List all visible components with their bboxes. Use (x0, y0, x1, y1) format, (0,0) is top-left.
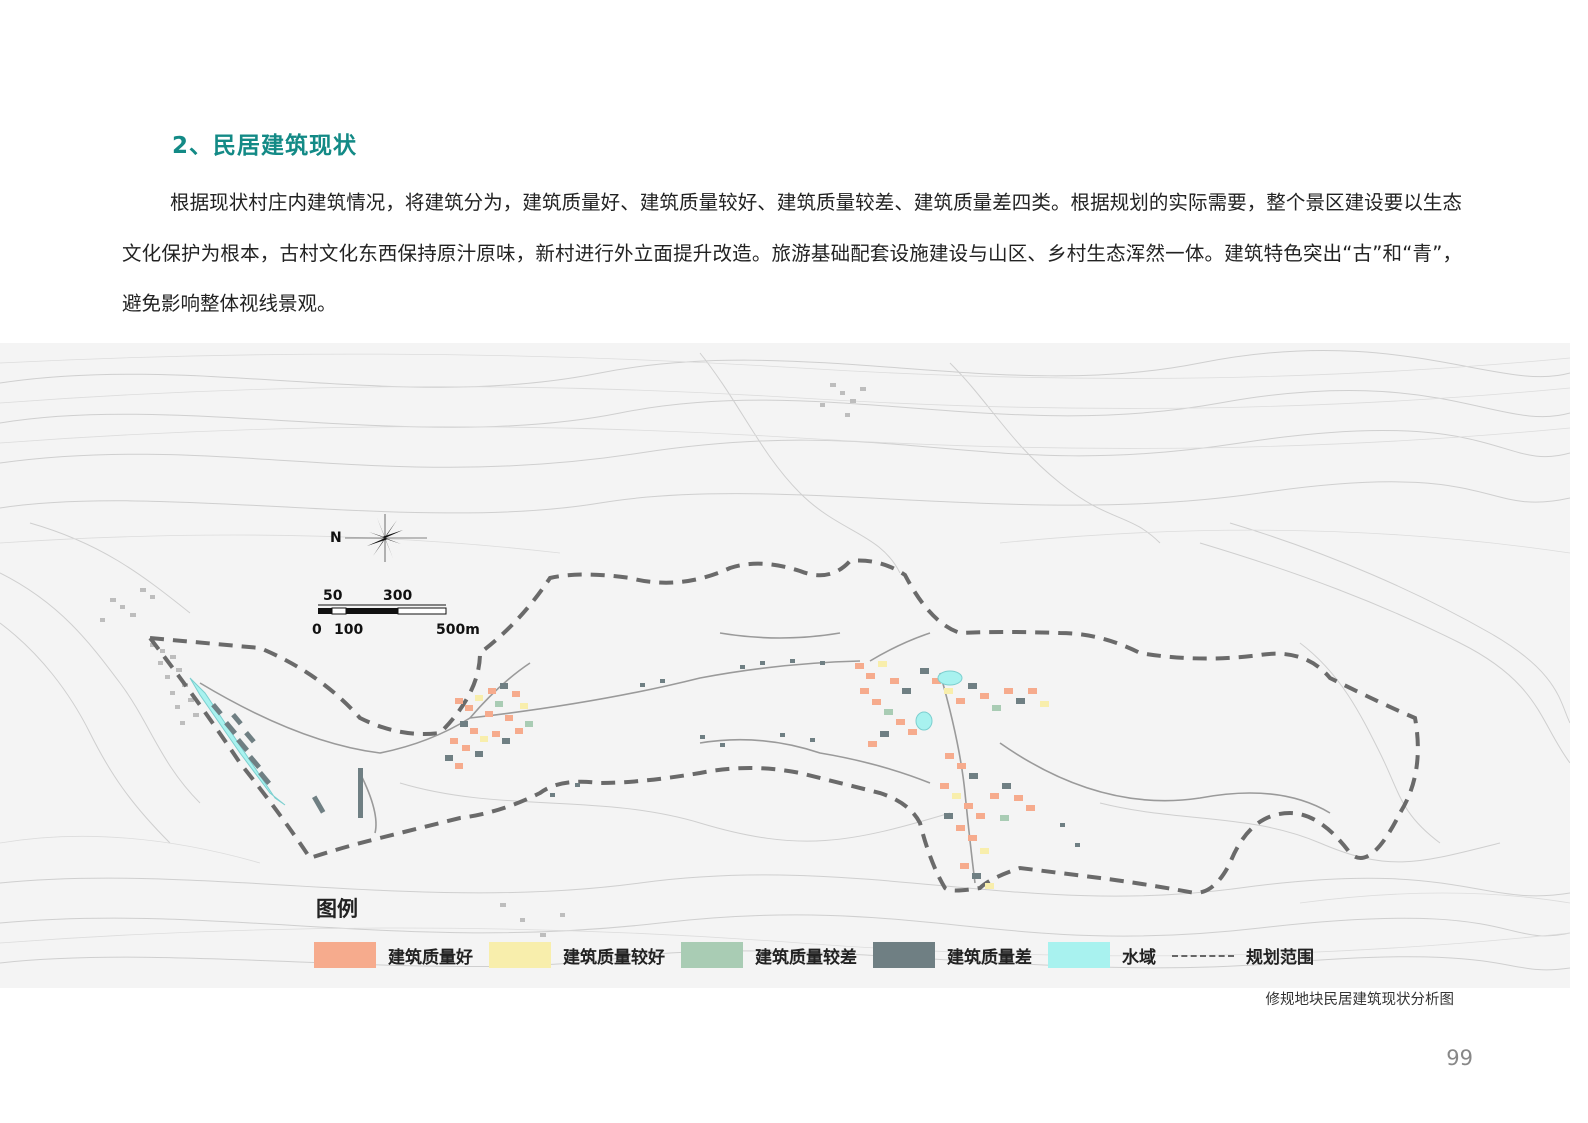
pond-2 (915, 711, 933, 731)
legend-title: 图例 (316, 897, 358, 921)
swatch-poor (873, 942, 935, 968)
roads (199, 632, 1331, 884)
contour-lines-dense (0, 353, 1570, 957)
legend-label: 建筑质量差 (947, 947, 1032, 968)
legend-item-water: 水域 (1048, 942, 1164, 968)
legend-item-good: 建筑质量好 (314, 942, 481, 968)
west-village-buildings (445, 683, 533, 769)
background-buildings (100, 383, 866, 937)
scale-label-100: 100 (334, 622, 363, 638)
swatch-boundary (1172, 954, 1234, 957)
legend-label: 规划范围 (1246, 947, 1314, 968)
legend-label: 建筑质量较好 (563, 947, 665, 968)
legend-label: 水域 (1122, 947, 1156, 968)
figure-caption: 修规地块民居建筑现状分析图 (1265, 992, 1455, 1008)
scale-label-500m: 500m (436, 622, 480, 638)
legend-item-fairly-poor: 建筑质量较差 (681, 942, 865, 968)
east-village-buildings (855, 661, 1049, 889)
north-label: N (330, 530, 342, 546)
pond-1 (937, 670, 963, 686)
scale-bar (318, 604, 447, 615)
section-title: 2、民居建筑现状 (172, 133, 358, 159)
swatch-fairly-poor (681, 942, 743, 968)
scale-label-50: 50 (323, 588, 343, 604)
legend-item-fairly-good: 建筑质量较好 (489, 942, 673, 968)
body-paragraph: 根据现状村庄内建筑情况，将建筑分为，建筑质量好、建筑质量较好、建筑质量较差、建筑… (122, 191, 1462, 315)
map-svg: N 50 300 0 100 500m (0, 350, 1570, 971)
site-map: N 50 300 0 100 500m 图例 (0, 343, 1570, 988)
contour-lines (0, 350, 1570, 971)
page-number: 99 (1446, 1046, 1473, 1070)
scale-label-300: 300 (383, 588, 412, 604)
legend-item-poor: 建筑质量差 (873, 942, 1040, 968)
swatch-fairly-good (489, 942, 551, 968)
legend: 建筑质量好 建筑质量较好 建筑质量较差 建筑质量差 水域 规划范围 (314, 941, 1330, 969)
north-arrow (345, 514, 427, 562)
legend-label: 建筑质量较差 (755, 947, 857, 968)
scale-label-0: 0 (312, 622, 322, 638)
swatch-water (1048, 942, 1110, 968)
legend-label: 建筑质量好 (388, 947, 473, 968)
legend-item-boundary: 规划范围 (1172, 943, 1322, 968)
west-dark-buildings (211, 703, 363, 818)
swatch-good (314, 942, 376, 968)
